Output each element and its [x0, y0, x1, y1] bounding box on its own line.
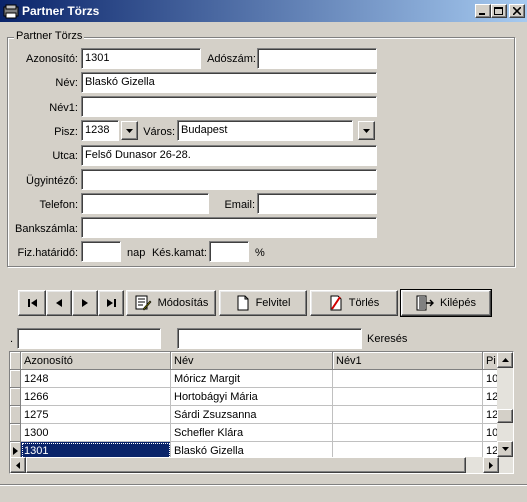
scroll-up-button[interactable] — [497, 352, 513, 368]
minimize-button[interactable] — [475, 4, 491, 18]
nev-field[interactable]: Blaskó Gizella — [81, 72, 377, 93]
felvitel-label: Felvitel — [255, 297, 291, 309]
nev1-field[interactable] — [81, 96, 377, 117]
torles-label: Törlés — [348, 297, 380, 309]
row-indicator[interactable] — [10, 370, 21, 388]
row-indicator[interactable] — [10, 424, 21, 442]
chevron-down-icon — [363, 128, 370, 133]
cell-nev[interactable]: Hortobágyi Mária — [171, 388, 333, 406]
email-field[interactable] — [257, 193, 377, 214]
fizhatarido-field[interactable] — [81, 241, 121, 262]
cell-azonosito[interactable]: 1275 — [21, 406, 171, 424]
vertical-scroll-thumb[interactable] — [497, 409, 513, 423]
felvitel-button[interactable]: Felvitel — [219, 290, 307, 316]
ugyintezo-field[interactable] — [81, 169, 377, 190]
cell-azonosito[interactable]: 1266 — [21, 388, 171, 406]
bankszamla-field[interactable] — [81, 217, 377, 238]
fizhatarido-unit: nap — [127, 247, 146, 259]
modositas-button[interactable]: Módosítás — [126, 290, 216, 316]
scroll-left-button[interactable] — [10, 457, 26, 473]
maximize-icon — [494, 6, 503, 15]
adoszam-field[interactable] — [257, 48, 377, 69]
next-record-icon — [82, 299, 88, 307]
horizontal-scrollbar[interactable] — [10, 457, 513, 473]
varos-field[interactable]: Budapest — [177, 120, 353, 141]
cell-nev1[interactable] — [333, 388, 483, 406]
status-bar — [0, 484, 527, 502]
cell-nev1[interactable] — [333, 370, 483, 388]
edit-icon — [135, 295, 152, 311]
exit-icon — [416, 295, 434, 311]
ugyintezo-label: Ügyintéző: — [26, 175, 78, 187]
cell-nev1[interactable] — [333, 424, 483, 442]
keskamat-unit: % — [255, 247, 265, 259]
torles-button[interactable]: Törlés — [310, 290, 398, 316]
next-record-button[interactable] — [72, 290, 98, 316]
search-prefix: . — [10, 333, 14, 345]
arrow-down-icon — [501, 447, 509, 451]
bankszamla-label: Bankszámla: — [15, 223, 78, 235]
fizhatarido-label: Fiz.határidő: — [17, 247, 78, 259]
scroll-down-button[interactable] — [497, 441, 513, 457]
chevron-down-icon — [126, 128, 133, 133]
utca-label: Utca: — [52, 150, 78, 162]
azonosito-label: Azonosító: — [26, 53, 78, 65]
groupbox-title: Partner Törzs — [14, 30, 85, 42]
minimize-icon — [479, 13, 485, 15]
cell-nev[interactable]: Sárdi Zsuzsanna — [171, 406, 333, 424]
close-icon — [513, 7, 521, 15]
telefon-label: Telefon: — [39, 199, 78, 211]
scroll-right-button[interactable] — [483, 457, 499, 473]
first-record-button[interactable] — [18, 290, 46, 316]
cell-nev[interactable]: Móricz Margit — [171, 370, 333, 388]
cell-azonosito[interactable]: 1248 — [21, 370, 171, 388]
cell-nev[interactable]: Schefler Klára — [171, 424, 333, 442]
last-record-button[interactable] — [98, 290, 124, 316]
modositas-label: Módosítás — [157, 297, 209, 309]
prev-record-icon — [56, 299, 62, 307]
search-label: Keresés — [367, 333, 408, 345]
pisz-dropdown-button[interactable] — [121, 121, 138, 140]
last-record-icon — [106, 299, 116, 307]
cell-azonosito[interactable]: 1300 — [21, 424, 171, 442]
column-header-nev1[interactable]: Név1 — [333, 352, 483, 370]
keskamat-label: Kés.kamat: — [151, 247, 207, 259]
kilepes-button[interactable]: Kilépés — [400, 289, 492, 317]
pisz-field[interactable]: 1238 — [81, 120, 119, 141]
horizontal-scroll-thumb[interactable] — [26, 457, 466, 473]
email-label: Email: — [224, 199, 255, 211]
column-header-nev[interactable]: Név — [171, 352, 333, 370]
new-document-icon — [237, 295, 249, 311]
azonosito-field[interactable]: 1301 — [81, 48, 201, 69]
first-record-icon — [27, 299, 37, 307]
nev-label: Név: — [55, 77, 78, 89]
prev-record-button[interactable] — [46, 290, 72, 316]
kilepes-label: Kilépés — [439, 297, 477, 309]
maximize-button[interactable] — [491, 4, 507, 18]
grid-corner — [10, 352, 21, 370]
search-field-1[interactable] — [17, 328, 161, 349]
varos-label: Város: — [143, 126, 175, 138]
column-header-azonosito[interactable]: Azonosító — [21, 352, 171, 370]
keskamat-field[interactable] — [209, 241, 249, 262]
arrow-left-icon — [16, 461, 20, 469]
telefon-field[interactable] — [81, 193, 209, 214]
vertical-scrollbar[interactable] — [497, 352, 513, 457]
varos-dropdown-button[interactable] — [358, 121, 375, 140]
search-field-2[interactable] — [177, 328, 362, 349]
cell-nev1[interactable] — [333, 406, 483, 424]
delete-icon — [330, 295, 342, 311]
nev1-label: Név1: — [49, 102, 78, 114]
row-indicator[interactable] — [10, 388, 21, 406]
pisz-label: Pisz: — [54, 126, 78, 138]
close-button[interactable] — [509, 4, 525, 18]
app-icon[interactable] — [3, 3, 19, 19]
row-indicator[interactable] — [10, 406, 21, 424]
window-title: Partner Törzs — [22, 4, 100, 18]
arrow-right-icon — [489, 461, 493, 469]
adoszam-label: Adószám: — [207, 53, 256, 65]
utca-field[interactable]: Felső Dunasor 26-28. — [81, 145, 377, 166]
arrow-up-icon — [501, 358, 509, 362]
partner-grid[interactable]: Azonosító Név Név1 Pi 1248 Móricz Margit… — [9, 351, 514, 474]
